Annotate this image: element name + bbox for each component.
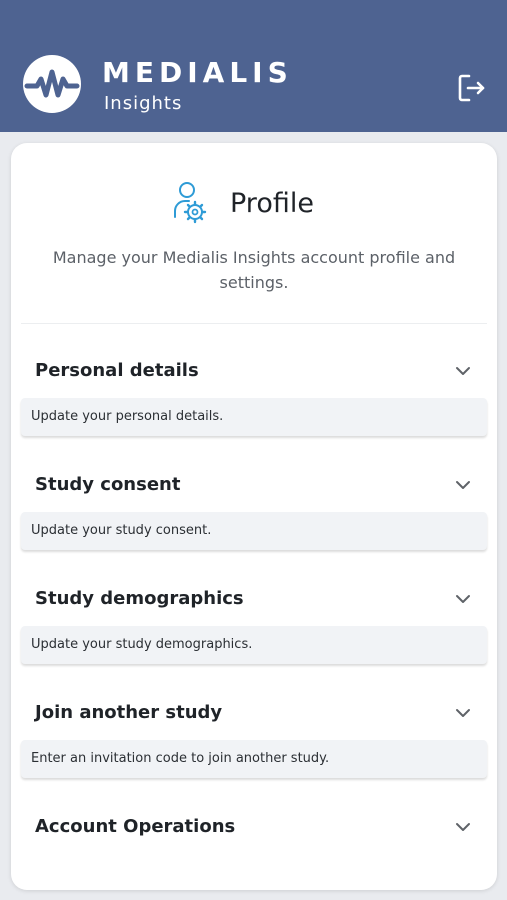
section-description: Enter an invitation code to join another… — [21, 740, 487, 778]
section-study-consent[interactable]: Study consent — [21, 458, 487, 512]
chevron-down-icon — [456, 481, 470, 489]
profile-card: Profile Manage your Medialis Insights ac… — [11, 143, 497, 890]
section-description: Update your study consent. — [21, 512, 487, 550]
chevron-down-icon — [456, 367, 470, 375]
section-title: Study demographics — [35, 588, 244, 609]
section-description: Update your personal details. — [21, 398, 487, 436]
section-title: Account Operations — [35, 816, 236, 837]
section-personal-details[interactable]: Personal details — [21, 344, 487, 398]
section-description-text: Update your study consent. — [31, 523, 212, 538]
section-description-text: Update your personal details. — [31, 409, 224, 424]
section-account-operations[interactable]: Account Operations — [21, 800, 487, 854]
section-description-text: Update your study demographics. — [31, 637, 253, 652]
brand-subtitle: Insights — [104, 93, 183, 114]
app-header: MEDIALIS Insights — [0, 0, 507, 132]
logout-icon — [458, 74, 485, 102]
heartbeat-icon — [24, 69, 80, 98]
section-title: Join another study — [35, 702, 223, 723]
section-title: Study consent — [35, 474, 181, 495]
chevron-down-icon — [456, 823, 470, 831]
logo — [23, 55, 81, 113]
section-description-text: Enter an invitation code to join another… — [31, 751, 330, 766]
page-title: Profile — [230, 188, 314, 219]
user-gear-icon — [174, 182, 207, 224]
divider — [21, 323, 487, 324]
brand-name: MEDIALIS — [102, 56, 293, 89]
chevron-down-icon — [456, 595, 470, 603]
section-study-demographics[interactable]: Study demographics — [21, 572, 487, 626]
logout-button[interactable] — [456, 72, 488, 104]
section-description: Update your study demographics. — [21, 626, 487, 664]
section-join-another-study[interactable]: Join another study — [21, 686, 487, 740]
page-description: Manage your Medialis Insights account pr… — [52, 248, 456, 292]
section-title: Personal details — [35, 360, 199, 381]
chevron-down-icon — [456, 709, 470, 717]
